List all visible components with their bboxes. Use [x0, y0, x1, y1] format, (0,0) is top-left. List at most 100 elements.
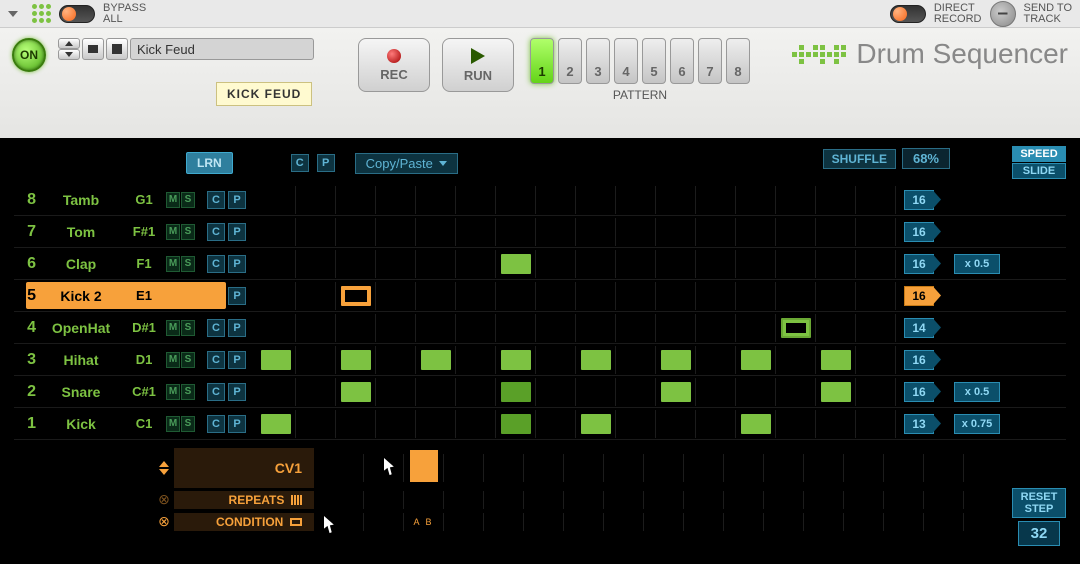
step-cell[interactable]: [496, 186, 536, 214]
step-cell[interactable]: [616, 218, 656, 246]
step-cell[interactable]: [856, 218, 896, 246]
step-cell[interactable]: [816, 378, 856, 406]
step-cell[interactable]: [776, 282, 816, 310]
step-cell[interactable]: [656, 218, 696, 246]
condition-cell[interactable]: [324, 513, 364, 531]
reset-step-value[interactable]: 32: [1018, 521, 1060, 546]
step-cell[interactable]: [696, 250, 736, 278]
bypass-toggle[interactable]: [59, 5, 95, 23]
repeat-cell[interactable]: [564, 491, 604, 509]
cv-cell[interactable]: [484, 454, 524, 482]
step-cell[interactable]: [256, 186, 296, 214]
step-cell[interactable]: [576, 314, 616, 342]
step-cell[interactable]: [376, 186, 416, 214]
track-note[interactable]: D#1: [126, 320, 162, 335]
condition-cell[interactable]: [484, 513, 524, 531]
repeat-cell[interactable]: [684, 491, 724, 509]
condition-cell[interactable]: [684, 513, 724, 531]
track-note[interactable]: F1: [126, 256, 162, 271]
solo-button[interactable]: S: [181, 192, 195, 208]
track-name[interactable]: Kick 2: [36, 288, 126, 304]
step-cell[interactable]: [816, 346, 856, 374]
track-copy-button[interactable]: C: [207, 319, 225, 337]
step-cell[interactable]: [336, 250, 376, 278]
condition-cell[interactable]: [804, 513, 844, 531]
step-cell[interactable]: [376, 218, 416, 246]
step-cell[interactable]: [256, 282, 296, 310]
track-copy-button[interactable]: C: [207, 415, 225, 433]
step-cell[interactable]: [776, 378, 816, 406]
repeat-cell[interactable]: [484, 491, 524, 509]
step-cell[interactable]: [496, 218, 536, 246]
step-cell[interactable]: [656, 186, 696, 214]
step-cell[interactable]: [616, 410, 656, 438]
pattern-button-6[interactable]: 6: [670, 38, 694, 84]
step-cell[interactable]: [416, 218, 456, 246]
solo-button[interactable]: S: [181, 320, 195, 336]
repeat-cell[interactable]: [524, 491, 564, 509]
step-cell[interactable]: [616, 378, 656, 406]
paste-all-button[interactable]: P: [317, 154, 335, 172]
track-name[interactable]: Hihat: [36, 352, 126, 368]
step-cell[interactable]: [696, 314, 736, 342]
repeats-close-icon[interactable]: ⊗: [154, 491, 174, 509]
step-cell[interactable]: [656, 378, 696, 406]
step-cell[interactable]: [736, 186, 776, 214]
step-cell[interactable]: [856, 346, 896, 374]
step-cell[interactable]: [296, 250, 336, 278]
mute-button[interactable]: M: [166, 256, 180, 272]
patch-save-button[interactable]: [106, 38, 128, 60]
step-cell[interactable]: [696, 410, 736, 438]
step-cell[interactable]: [576, 186, 616, 214]
step-cell[interactable]: [816, 314, 856, 342]
track-length[interactable]: 16: [904, 382, 934, 402]
repeat-cell[interactable]: [804, 491, 844, 509]
track-name[interactable]: OpenHat: [36, 320, 126, 336]
step-cell[interactable]: [256, 378, 296, 406]
step-cell[interactable]: [256, 218, 296, 246]
mute-button[interactable]: M: [166, 384, 180, 400]
patch-prev-button[interactable]: [58, 38, 80, 49]
step-cell[interactable]: [336, 378, 376, 406]
step-cell[interactable]: [696, 378, 736, 406]
repeat-cell[interactable]: [764, 491, 804, 509]
direct-record-toggle[interactable]: [890, 5, 926, 23]
step-cell[interactable]: [296, 218, 336, 246]
step-cell[interactable]: [816, 186, 856, 214]
track-paste-button[interactable]: P: [228, 191, 246, 209]
track-copy-button[interactable]: C: [207, 255, 225, 273]
step-cell[interactable]: [696, 282, 736, 310]
step-cell[interactable]: [816, 218, 856, 246]
step-cell[interactable]: [416, 346, 456, 374]
step-cell[interactable]: [616, 250, 656, 278]
solo-button[interactable]: S: [181, 416, 195, 432]
repeat-cell[interactable]: [724, 491, 764, 509]
step-cell[interactable]: [416, 410, 456, 438]
track-note[interactable]: D1: [126, 352, 162, 367]
step-cell[interactable]: [536, 250, 576, 278]
step-cell[interactable]: [816, 410, 856, 438]
step-cell[interactable]: [336, 314, 376, 342]
step-cell[interactable]: [416, 314, 456, 342]
step-cell[interactable]: [576, 346, 616, 374]
track-speed[interactable]: x 0.75: [954, 414, 1000, 434]
cv-cell[interactable]: [924, 454, 964, 482]
copy-all-button[interactable]: C: [291, 154, 309, 172]
step-cell[interactable]: [856, 378, 896, 406]
step-cell[interactable]: [536, 346, 576, 374]
step-cell[interactable]: [336, 346, 376, 374]
track-paste-button[interactable]: P: [228, 319, 246, 337]
step-cell[interactable]: [456, 314, 496, 342]
step-cell[interactable]: [376, 282, 416, 310]
track-copy-button[interactable]: C: [207, 223, 225, 241]
step-cell[interactable]: [336, 410, 376, 438]
condition-cell[interactable]: [364, 513, 404, 531]
cv-cell[interactable]: [724, 454, 764, 482]
step-cell[interactable]: [296, 186, 336, 214]
param-prev-next[interactable]: [154, 461, 174, 475]
condition-cell[interactable]: A B: [404, 513, 444, 531]
track-speed[interactable]: x 0.5: [954, 382, 1000, 402]
step-cell[interactable]: [496, 378, 536, 406]
cv-cell[interactable]: [764, 454, 804, 482]
step-cell[interactable]: [736, 282, 776, 310]
